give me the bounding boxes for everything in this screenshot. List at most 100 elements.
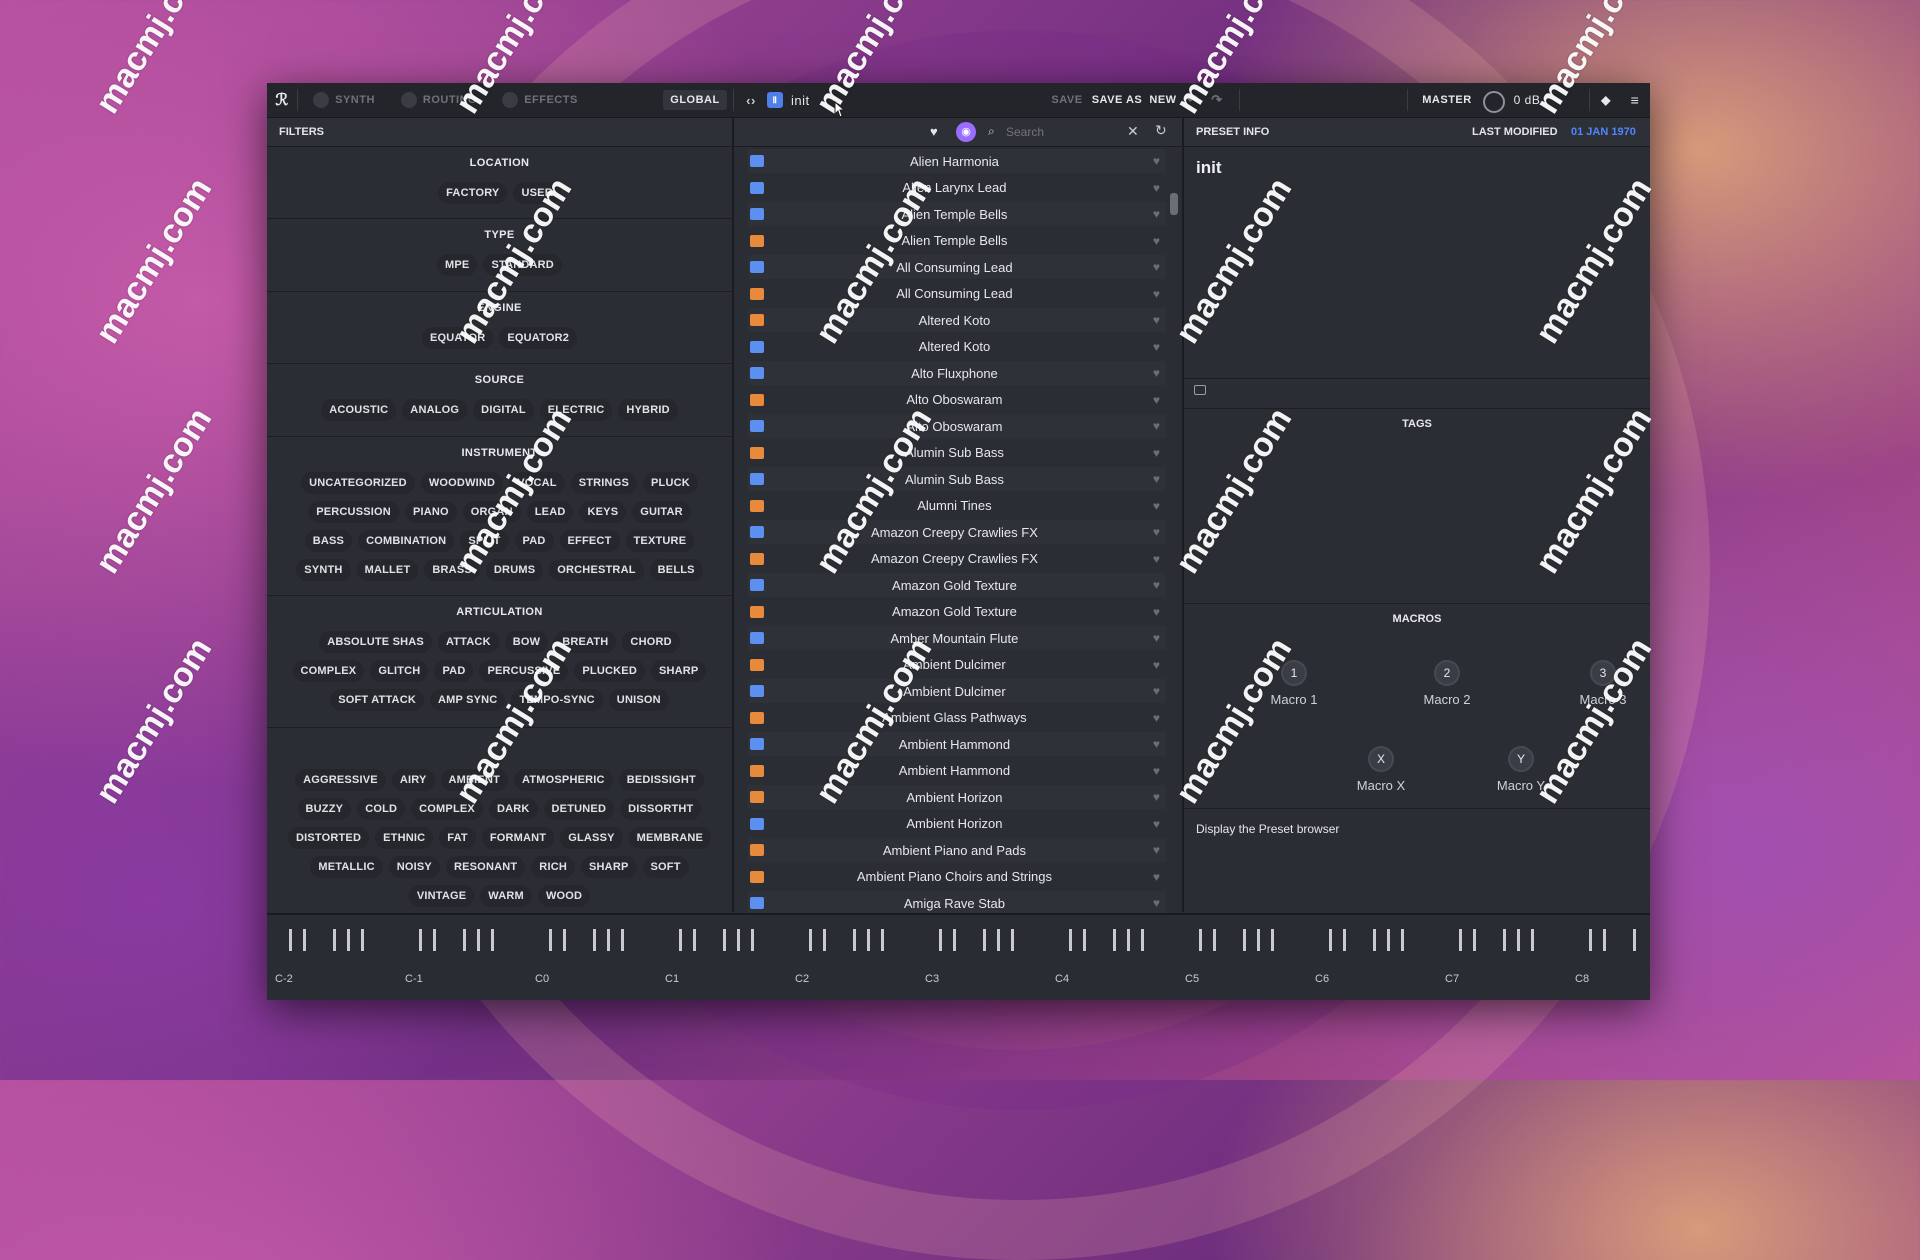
black-key[interactable] [463,929,466,951]
favorite-heart-icon[interactable]: ♥ [1153,234,1160,248]
filter-chip[interactable]: COLD [357,798,406,820]
preset-row[interactable]: Ambient Horizon ♥ [748,785,1166,809]
filter-chip[interactable]: FACTORY [438,182,508,204]
preset-row[interactable]: Ambient Horizon ♥ [748,812,1166,836]
filter-chip[interactable]: GUITAR [632,501,691,523]
black-key[interactable] [1243,929,1246,951]
filter-chip[interactable]: AGGRESSIVE [295,769,386,791]
preset-row[interactable]: Ambient Dulcimer ♥ [748,653,1166,677]
new-button[interactable]: NEW [1147,83,1179,117]
preset-row[interactable]: All Consuming Lead ♥ [748,282,1166,306]
favorite-heart-icon[interactable]: ♥ [1153,817,1160,831]
filter-chip[interactable]: CHORD [622,631,680,653]
black-key[interactable] [1603,929,1606,951]
tab-routing[interactable]: ROUTING [389,83,489,117]
favorite-heart-icon[interactable]: ♥ [1153,393,1160,407]
filter-chip[interactable]: COMBINATION [358,530,455,552]
favorite-heart-icon[interactable]: ♥ [1153,525,1160,539]
black-key[interactable] [1257,929,1260,951]
filter-chip[interactable]: BELLS [649,559,703,581]
black-key[interactable] [1329,929,1332,951]
black-key[interactable] [491,929,494,951]
black-key[interactable] [1401,929,1404,951]
black-key[interactable] [433,929,436,951]
macro-3[interactable]: 3 Macro 3 [1568,660,1638,707]
filter-chip[interactable]: WOOD [537,885,591,907]
black-key[interactable] [751,929,754,951]
save-button[interactable]: SAVE [1047,83,1087,117]
filter-chip[interactable]: VINTAGE [408,885,475,907]
filter-chip[interactable]: SPLIT [460,530,509,552]
black-key[interactable] [809,929,812,951]
macro-knob[interactable]: Y [1508,746,1534,772]
favorite-heart-icon[interactable]: ♥ [1153,260,1160,274]
filter-chip[interactable]: SOFT [642,856,689,878]
favorite-heart-icon[interactable]: ♥ [1153,631,1160,645]
filter-chip[interactable]: BOW [504,631,549,653]
black-key[interactable] [333,929,336,951]
preset-row[interactable]: Amber Mountain Flute ♥ [748,626,1166,650]
black-key[interactable] [303,929,306,951]
filter-chip[interactable]: ORCHESTRAL [549,559,644,581]
filter-chip[interactable]: PAD [434,660,474,682]
preset-row[interactable]: Alumni Tines ♥ [748,494,1166,518]
favorite-heart-icon[interactable]: ♥ [1153,154,1160,168]
filter-chip[interactable]: MPE [437,254,478,276]
favorite-heart-icon[interactable]: ♥ [1153,737,1160,751]
filter-chip[interactable]: DETUNED [543,798,615,820]
filter-chip[interactable]: FORMANT [481,827,555,849]
favorite-heart-icon[interactable]: ♥ [1153,658,1160,672]
black-key[interactable] [1343,929,1346,951]
filter-chip[interactable]: AIRY [391,769,435,791]
filter-chip[interactable]: TEXTURE [625,530,695,552]
filter-chip[interactable]: LEAD [526,501,574,523]
filter-chip[interactable]: DARK [488,798,538,820]
favorite-heart-icon[interactable]: ♥ [1153,843,1160,857]
filter-chip[interactable]: RESONANT [445,856,526,878]
filter-chip[interactable]: COMPLEX [292,660,365,682]
black-key[interactable] [1517,929,1520,951]
black-key[interactable] [737,929,740,951]
filter-chip[interactable]: GLITCH [370,660,429,682]
filter-chip[interactable]: USER [513,182,561,204]
filter-chip[interactable]: ATMOSPHERIC [514,769,613,791]
black-key[interactable] [1083,929,1086,951]
favorite-heart-icon[interactable]: ♥ [1153,764,1160,778]
black-key[interactable] [953,929,956,951]
filter-chip[interactable]: DIGITAL [473,399,534,421]
favorite-heart-icon[interactable]: ♥ [1153,207,1160,221]
filter-chip[interactable]: AMP SYNC [429,689,506,711]
macro-1[interactable]: 1 Macro 1 [1259,660,1329,707]
filter-chip[interactable]: ACOUSTIC [321,399,397,421]
preset-row[interactable]: Ambient Hammond ♥ [748,732,1166,756]
favorite-heart-icon[interactable]: ♥ [1153,605,1160,619]
favorite-heart-icon[interactable]: ♥ [1153,419,1160,433]
filter-chip[interactable]: RICH [531,856,575,878]
tab-global[interactable]: GLOBAL [663,90,727,110]
filter-chip[interactable]: METALLIC [310,856,383,878]
black-key[interactable] [1011,929,1014,951]
filter-chip[interactable]: MALLET [356,559,419,581]
black-key[interactable] [1069,929,1072,951]
filter-chip[interactable]: EFFECT [559,530,620,552]
filter-chip[interactable]: AMBIENT [440,769,509,791]
filter-chip[interactable]: PAD [514,530,554,552]
favorite-heart-icon[interactable]: ♥ [1153,499,1160,513]
current-preset-name[interactable]: init [791,83,871,117]
macro-knob[interactable]: X [1368,746,1394,772]
filter-chip[interactable]: PERCUSSION [308,501,399,523]
preset-row[interactable]: Alien Larynx Lead ♥ [748,176,1166,200]
filter-chip[interactable]: NOISY [388,856,440,878]
user-filter-icon[interactable]: ◉ [956,122,976,142]
filter-chip[interactable]: EQUATOR [421,327,494,349]
filter-chip[interactable]: ETHNIC [375,827,434,849]
favorite-heart-icon[interactable]: ♥ [1153,340,1160,354]
filter-chip[interactable]: BUZZY [297,798,352,820]
favorite-heart-icon[interactable]: ♥ [1153,578,1160,592]
search-input[interactable] [1004,123,1118,141]
refresh-icon[interactable]: ↻ [1155,122,1167,139]
filter-chip[interactable]: SHARP [581,856,637,878]
favorite-heart-icon[interactable]: ♥ [1153,896,1160,910]
redo-icon[interactable]: ↷ [1207,83,1227,117]
black-key[interactable] [1589,929,1592,951]
